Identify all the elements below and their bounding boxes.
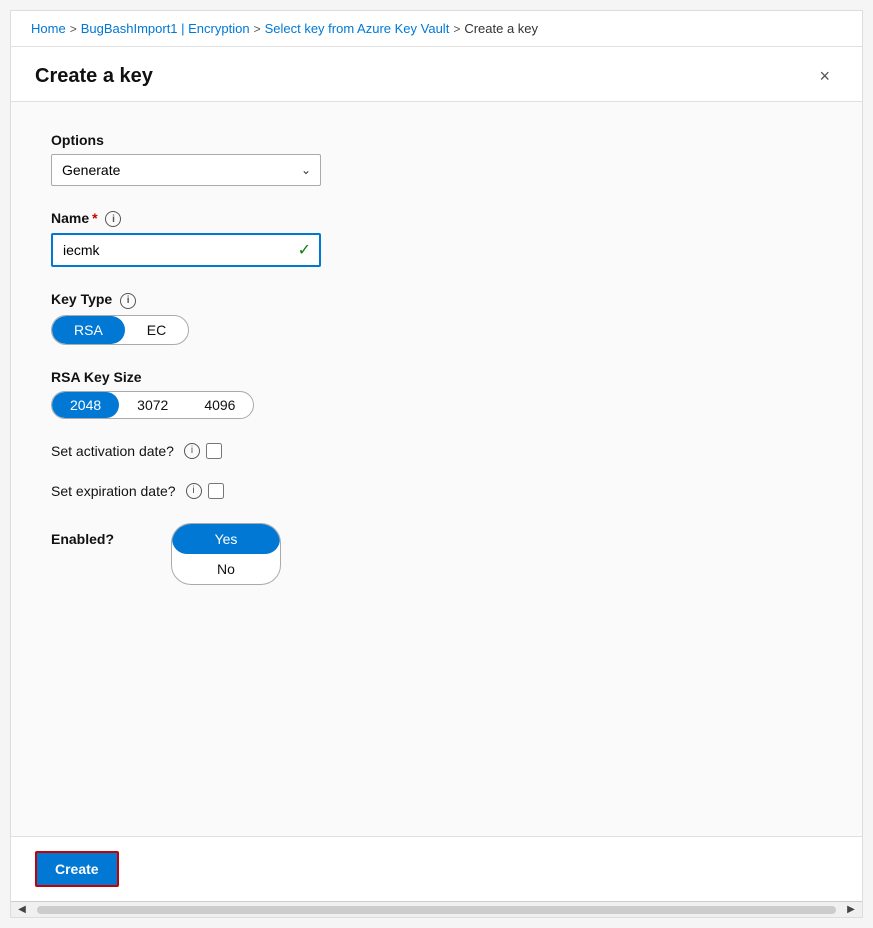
expiration-info-icon[interactable]: i: [186, 483, 202, 499]
rsa-key-size-group: RSA Key Size 2048 3072 4096: [51, 369, 822, 419]
create-button[interactable]: Create: [35, 851, 119, 887]
name-info-icon[interactable]: i: [105, 211, 121, 227]
expiration-date-label: Set expiration date?: [51, 483, 176, 499]
expiration-date-row: Set expiration date? i: [51, 483, 822, 499]
key-type-label: Key Type i: [51, 291, 822, 308]
required-mark: *: [92, 210, 97, 226]
scroll-thumb[interactable]: [37, 906, 836, 914]
key-size-2048-button[interactable]: 2048: [52, 392, 119, 418]
activation-date-group: Set activation date? i: [51, 443, 822, 459]
breadcrumb-sep-1: >: [70, 22, 77, 36]
horizontal-scrollbar: ◀ ▶: [11, 901, 862, 917]
dialog-header: Create a key ×: [11, 47, 862, 102]
breadcrumb-home[interactable]: Home: [31, 21, 66, 36]
breadcrumb-encryption[interactable]: BugBashImport1 | Encryption: [81, 21, 250, 36]
key-type-ec-button[interactable]: EC: [125, 316, 188, 344]
key-size-3072-button[interactable]: 3072: [119, 392, 186, 418]
rsa-key-size-label: RSA Key Size: [51, 369, 822, 385]
dialog-footer: Create: [11, 836, 862, 901]
name-input-wrapper: ✓: [51, 233, 321, 267]
options-label: Options: [51, 132, 822, 148]
name-input[interactable]: [51, 233, 321, 267]
options-select-wrapper: Generate Import Restore from backup ⌄: [51, 154, 321, 186]
options-select[interactable]: Generate Import Restore from backup: [51, 154, 321, 186]
activation-info-icon[interactable]: i: [184, 443, 200, 459]
create-key-dialog: Create a key × Options Generate Import R…: [11, 47, 862, 901]
name-label: Name* i: [51, 210, 822, 227]
activation-date-checkbox[interactable]: [206, 443, 222, 459]
enabled-yes-button[interactable]: Yes: [172, 524, 280, 554]
name-group: Name* i ✓: [51, 210, 822, 267]
key-type-info-icon[interactable]: i: [120, 293, 136, 309]
key-type-toggle: RSA EC: [51, 315, 189, 345]
breadcrumb-sep-2: >: [254, 22, 261, 36]
key-size-4096-button[interactable]: 4096: [186, 392, 253, 418]
expiration-date-checkbox[interactable]: [208, 483, 224, 499]
options-group: Options Generate Import Restore from bac…: [51, 132, 822, 186]
breadcrumb-current: Create a key: [464, 21, 538, 36]
close-button[interactable]: ×: [811, 63, 838, 89]
dialog-title: Create a key: [35, 65, 153, 88]
rsa-key-size-toggle: 2048 3072 4096: [51, 391, 254, 419]
enabled-yes-no-toggle: Yes No: [171, 523, 281, 585]
breadcrumb: Home > BugBashImport1 | Encryption > Sel…: [11, 11, 862, 47]
enabled-no-button[interactable]: No: [172, 554, 280, 584]
enabled-label: Enabled?: [51, 523, 131, 547]
scroll-left-arrow[interactable]: ◀: [15, 903, 29, 917]
key-type-rsa-button[interactable]: RSA: [52, 316, 125, 344]
enabled-row: Enabled? Yes No: [51, 523, 822, 585]
breadcrumb-sep-3: >: [453, 22, 460, 36]
activation-date-row: Set activation date? i: [51, 443, 822, 459]
dialog-body: Options Generate Import Restore from bac…: [11, 102, 862, 836]
scroll-right-arrow[interactable]: ▶: [844, 903, 858, 917]
enabled-group: Enabled? Yes No: [51, 523, 822, 585]
name-check-icon: ✓: [298, 240, 311, 260]
breadcrumb-select-key[interactable]: Select key from Azure Key Vault: [265, 21, 450, 36]
expiration-date-group: Set expiration date? i: [51, 483, 822, 499]
key-type-group: Key Type i RSA EC: [51, 291, 822, 344]
activation-date-label: Set activation date?: [51, 443, 174, 459]
